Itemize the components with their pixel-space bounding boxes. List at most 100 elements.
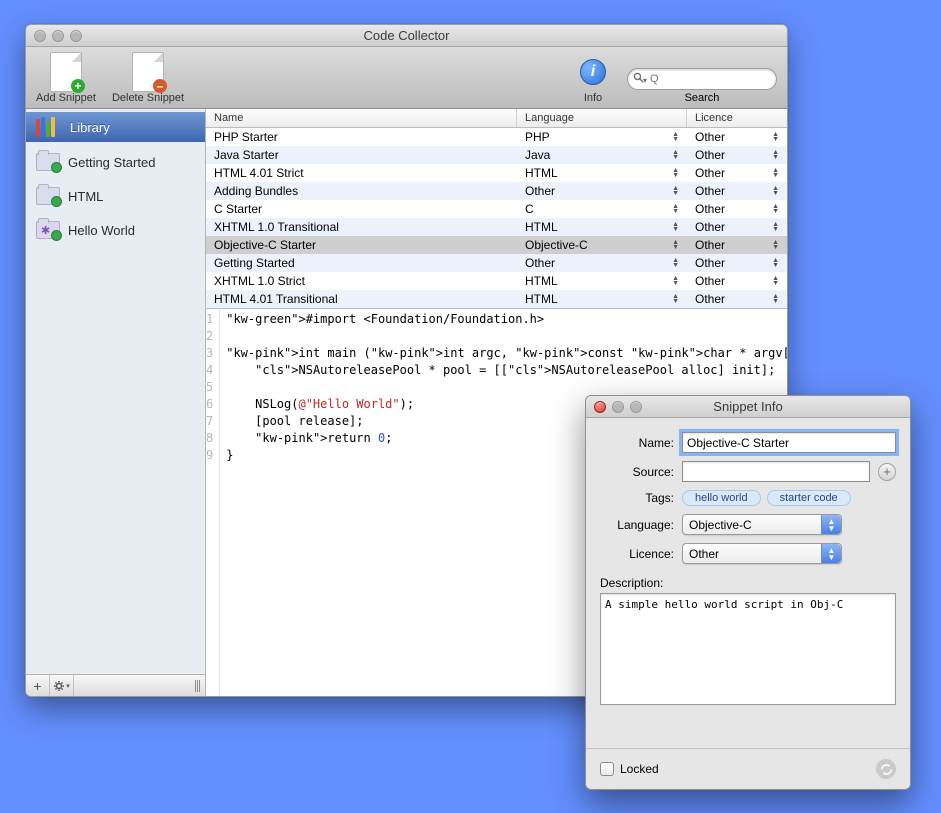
sidebar-resize-grip[interactable]: [189, 680, 205, 692]
table-row[interactable]: XHTML 1.0 StrictHTML▲▼Other▲▼: [206, 272, 787, 290]
dropdown-stepper-icon[interactable]: ▲▼: [672, 258, 679, 268]
table-row[interactable]: Java StarterJava▲▼Other▲▼: [206, 146, 787, 164]
dropdown-stepper-icon[interactable]: ▲▼: [772, 240, 779, 250]
dropdown-stepper-icon[interactable]: ▲▼: [672, 240, 679, 250]
cell-licence[interactable]: Other▲▼: [687, 164, 787, 182]
dropdown-stepper-icon[interactable]: ▲▼: [672, 276, 679, 286]
close-window-button[interactable]: [34, 30, 46, 42]
delete-snippet-label: Delete Snippet: [112, 92, 184, 104]
dropdown-stepper-icon[interactable]: ▲▼: [672, 186, 679, 196]
add-snippet-label: Add Snippet: [36, 92, 96, 104]
cell-licence[interactable]: Other▲▼: [687, 200, 787, 218]
info-source-add-button[interactable]: +: [878, 463, 896, 481]
table-row[interactable]: C StarterC▲▼Other▲▼: [206, 200, 787, 218]
dropdown-stepper-icon[interactable]: ▲▼: [672, 150, 679, 160]
cell-name: Getting Started: [206, 254, 517, 272]
table-row[interactable]: HTML 4.01 StrictHTML▲▼Other▲▼: [206, 164, 787, 182]
cell-language[interactable]: PHP▲▼: [517, 128, 687, 146]
sidebar-add-button[interactable]: +: [26, 675, 50, 697]
info-name-label: Name:: [600, 436, 674, 450]
cell-language[interactable]: HTML▲▼: [517, 164, 687, 182]
cell-language[interactable]: HTML▲▼: [517, 290, 687, 308]
cell-language[interactable]: HTML▲▼: [517, 272, 687, 290]
cell-language[interactable]: C▲▼: [517, 200, 687, 218]
dropdown-stepper-icon[interactable]: ▲▼: [672, 294, 679, 304]
info-button[interactable]: i Info: [575, 54, 611, 104]
cell-licence[interactable]: Other▲▼: [687, 182, 787, 200]
info-description-textarea[interactable]: [600, 593, 896, 705]
cell-licence[interactable]: Other▲▼: [687, 146, 787, 164]
cell-licence[interactable]: Other▲▼: [687, 218, 787, 236]
cell-licence[interactable]: Other▲▼: [687, 290, 787, 308]
sidebar-item-label: Hello World: [68, 223, 135, 238]
table-row[interactable]: Adding BundlesOther▲▼Other▲▼: [206, 182, 787, 200]
cell-name: Java Starter: [206, 146, 517, 164]
cell-licence[interactable]: Other▲▼: [687, 254, 787, 272]
select-arrows-icon: ▲▼: [821, 544, 841, 563]
info-locked-checkbox[interactable]: Locked: [600, 762, 659, 776]
delete-snippet-button[interactable]: Delete Snippet: [112, 54, 184, 104]
search-menu-arrow-icon[interactable]: ▾: [643, 76, 647, 85]
cell-language[interactable]: HTML▲▼: [517, 218, 687, 236]
info-close-button[interactable]: [594, 401, 606, 413]
sidebar-item-label: Library: [70, 120, 110, 135]
tag-pill[interactable]: starter code: [767, 490, 851, 506]
dropdown-stepper-icon[interactable]: ▲▼: [672, 222, 679, 232]
info-zoom-button[interactable]: [630, 401, 642, 413]
dropdown-stepper-icon[interactable]: ▲▼: [772, 150, 779, 160]
zoom-window-button[interactable]: [70, 30, 82, 42]
sidebar-item-library[interactable]: Library: [26, 112, 205, 142]
dropdown-stepper-icon[interactable]: ▲▼: [772, 186, 779, 196]
dropdown-stepper-icon[interactable]: ▲▼: [772, 222, 779, 232]
column-header-language[interactable]: Language: [517, 109, 687, 127]
dropdown-stepper-icon[interactable]: ▲▼: [772, 294, 779, 304]
tag-pill[interactable]: hello world: [682, 490, 761, 506]
info-source-input[interactable]: [682, 461, 870, 482]
cell-language[interactable]: Other▲▼: [517, 182, 687, 200]
checkbox-box-icon: [600, 762, 614, 776]
select-arrows-icon: ▲▼: [821, 515, 841, 534]
library-icon: [36, 117, 62, 137]
info-minimize-button[interactable]: [612, 401, 624, 413]
dropdown-stepper-icon[interactable]: ▲▼: [672, 204, 679, 214]
dropdown-stepper-icon[interactable]: ▲▼: [772, 132, 779, 142]
table-row[interactable]: Objective-C StarterObjective-C▲▼Other▲▼: [206, 236, 787, 254]
cell-licence[interactable]: Other▲▼: [687, 236, 787, 254]
minimize-window-button[interactable]: [52, 30, 64, 42]
search-input[interactable]: [627, 68, 777, 90]
cell-language[interactable]: Objective-C▲▼: [517, 236, 687, 254]
info-sync-icon[interactable]: [876, 759, 896, 779]
cell-licence[interactable]: Other▲▼: [687, 128, 787, 146]
table-row[interactable]: Getting StartedOther▲▼Other▲▼: [206, 254, 787, 272]
code-gutter: 123456789: [206, 309, 220, 696]
sidebar-item-getting-started[interactable]: Getting Started: [26, 148, 205, 176]
table-row[interactable]: PHP StarterPHP▲▼Other▲▼: [206, 128, 787, 146]
column-header-licence[interactable]: Licence: [687, 109, 787, 127]
column-header-name[interactable]: Name: [206, 109, 517, 127]
info-language-select[interactable]: Objective-C ▲▼: [682, 514, 842, 535]
dropdown-stepper-icon[interactable]: ▲▼: [672, 168, 679, 178]
sidebar-item-html[interactable]: HTML: [26, 182, 205, 210]
cell-language[interactable]: Other▲▼: [517, 254, 687, 272]
sidebar-item-hello-world[interactable]: ✱ Hello World: [26, 216, 205, 244]
add-snippet-button[interactable]: Add Snippet: [36, 54, 96, 104]
sidebar-item-label: Getting Started: [68, 155, 155, 170]
table-row[interactable]: HTML 4.01 TransitionalHTML▲▼Other▲▼: [206, 290, 787, 308]
sidebar-action-menu[interactable]: ▾: [50, 675, 74, 697]
smart-folder-icon: ✱: [36, 221, 60, 239]
dropdown-stepper-icon[interactable]: ▲▼: [672, 132, 679, 142]
info-licence-select[interactable]: Other ▲▼: [682, 543, 842, 564]
cell-language[interactable]: Java▲▼: [517, 146, 687, 164]
dropdown-stepper-icon[interactable]: ▲▼: [772, 168, 779, 178]
info-name-input[interactable]: [682, 432, 896, 453]
snippet-info-window: Snippet Info Name: Source: + Tags: hello…: [585, 395, 911, 790]
dropdown-stepper-icon[interactable]: ▲▼: [772, 276, 779, 286]
cell-licence[interactable]: Other▲▼: [687, 272, 787, 290]
titlebar: Code Collector: [26, 25, 787, 47]
info-locked-label: Locked: [620, 762, 659, 776]
table-row[interactable]: XHTML 1.0 TransitionalHTML▲▼Other▲▼: [206, 218, 787, 236]
dropdown-stepper-icon[interactable]: ▲▼: [772, 204, 779, 214]
info-tags-field[interactable]: hello world starter code: [682, 490, 896, 506]
traffic-lights: [34, 30, 82, 42]
dropdown-stepper-icon[interactable]: ▲▼: [772, 258, 779, 268]
